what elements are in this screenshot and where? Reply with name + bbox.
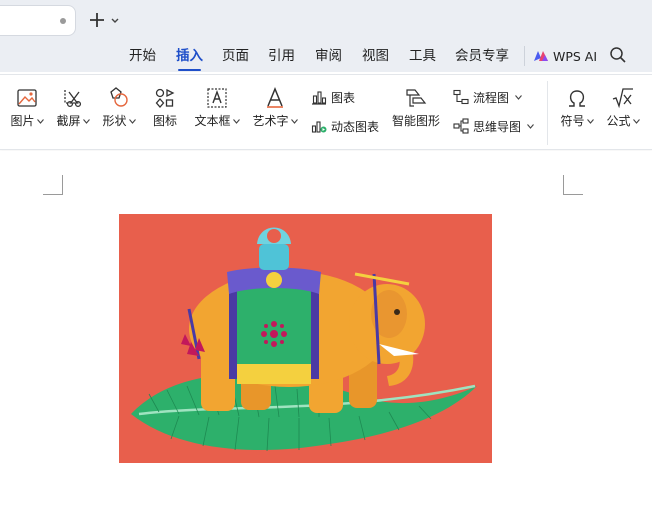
elephant-illustration [119,214,492,463]
insert-toolbar: 图片 截屏 形状 图标 文本框 艺术字 图表 动态图表 智能图形 流程图 思维导… [0,74,652,150]
chart-label: 图表 [331,90,356,105]
chevron-down-icon [128,119,136,124]
shape-icon [110,87,128,107]
wordart-label: 艺术字 [252,114,289,128]
menu-tab-references[interactable]: 引用 [268,47,295,67]
document-tab-strip [0,0,652,40]
flowchart-label: 流程图 [473,90,510,105]
menu-tab-member[interactable]: 会员专享 [455,47,509,67]
document-tab[interactable] [0,5,76,36]
tab-list-chevron-down-icon[interactable] [110,13,120,27]
icon-label: 图标 [152,114,177,128]
chevron-down-icon [82,119,90,124]
shape-label: 形状 [102,114,127,128]
plus-icon [90,13,104,27]
picture-icon [17,89,37,107]
mindmap-label: 思维导图 [473,119,522,134]
dynamic-chart-button[interactable]: 动态图表 [311,117,379,135]
chevron-down-icon [232,119,240,124]
flowchart-icon [453,89,469,105]
search-icon [610,47,626,63]
chevron-down-icon [586,119,594,124]
new-tab-button[interactable] [86,9,108,31]
textbox-label: 文本框 [194,114,231,128]
dynamic-chart-label: 动态图表 [331,119,380,134]
picture-button[interactable]: 图片 [8,86,46,128]
symbol-label: 符号 [560,114,585,128]
bar-chart-icon [312,91,327,105]
inserted-picture[interactable] [119,214,492,463]
menu-tab-home[interactable]: 开始 [129,47,156,67]
menu-tab-view[interactable]: 视图 [362,47,389,67]
wps-ai-label: WPS AI [553,48,598,64]
chevron-down-icon [36,119,44,124]
menu-tab-tools[interactable]: 工具 [409,47,436,67]
screenshot-button[interactable]: 截屏 [54,86,92,128]
menu-divider [524,46,525,66]
flowchart-button[interactable]: 流程图 [453,88,522,106]
icon-button[interactable]: 图标 [146,86,184,128]
scissors-icon [64,90,82,108]
textbox-button[interactable]: 文本框 [192,86,242,128]
shape-button[interactable]: 形状 [100,86,138,128]
chart-button[interactable]: 图表 [311,88,355,106]
wordart-icon [267,87,283,108]
smart-graphic-icon [406,89,427,107]
menu-tab-insert[interactable]: 插入 [176,47,203,71]
menu-tab-page[interactable]: 页面 [222,47,249,67]
icon-library-icon [155,88,175,108]
chevron-down-icon [632,119,640,124]
search-button[interactable] [608,45,628,65]
chevron-down-icon [290,119,298,124]
margin-corner-top-left [43,175,63,195]
unsaved-dot-icon [60,18,66,24]
omega-symbol-icon [569,90,585,107]
wps-ai-button[interactable]: WPS AI [533,46,597,66]
chevron-down-icon [515,94,522,100]
chevron-down-icon [527,123,534,129]
wps-ai-logo-icon [534,51,548,61]
mindmap-icon [453,118,469,134]
smart-graphic-button[interactable]: 智能图形 [390,86,442,128]
menu-tab-review[interactable]: 审阅 [315,47,342,67]
dynamic-chart-icon [311,121,327,133]
square-root-icon [612,88,633,109]
wordart-button[interactable]: 艺术字 [250,86,300,128]
symbol-button[interactable]: 符号 [556,86,598,128]
smart-graphic-label: 智能图形 [391,114,440,128]
mindmap-button[interactable]: 思维导图 [453,117,534,135]
formula-label: 公式 [606,114,631,128]
textbox-icon [207,88,227,108]
formula-button[interactable]: 公式 [602,86,644,128]
screenshot-label: 截屏 [56,114,81,128]
margin-corner-top-right [563,175,583,195]
picture-label: 图片 [10,114,35,128]
toolbar-divider [547,81,548,145]
